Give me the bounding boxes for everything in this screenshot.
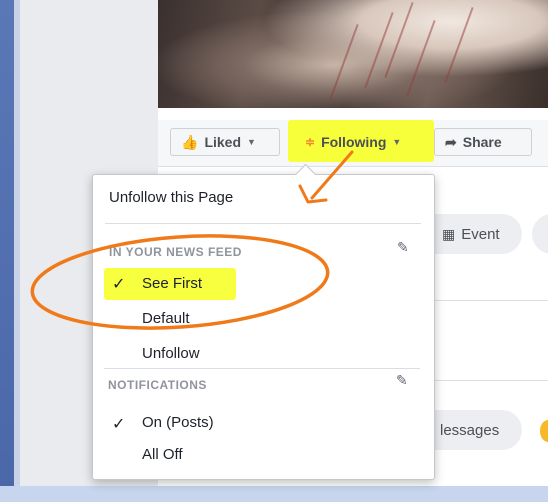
annotation-layer	[30, 150, 354, 330]
arrow-annotation	[310, 150, 354, 200]
see-first-circle-annotation	[30, 234, 330, 330]
